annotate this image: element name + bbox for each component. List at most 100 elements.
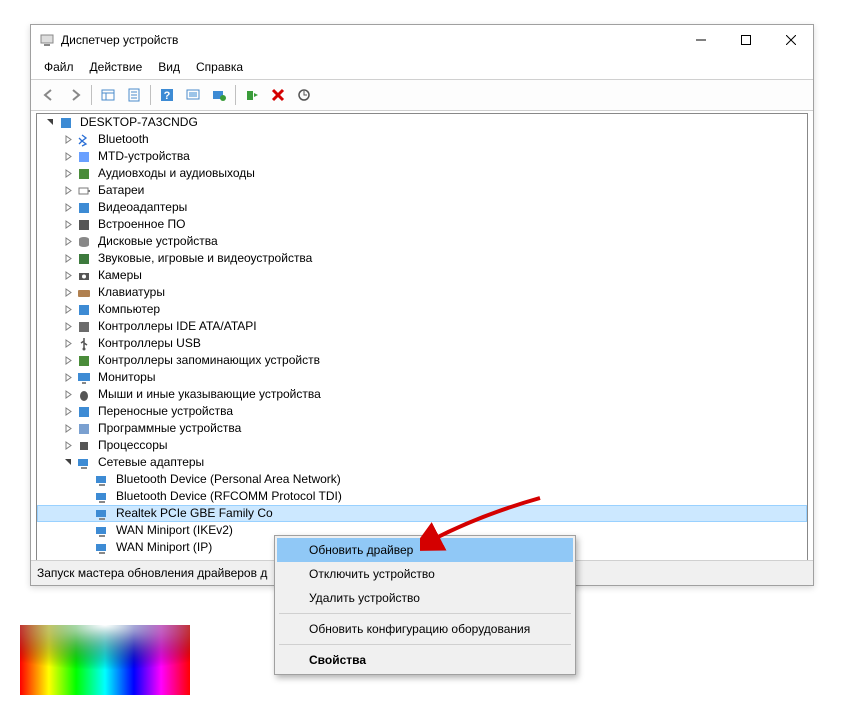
tree-category[interactable]: Звуковые, игровые и видеоустройства (37, 250, 807, 267)
context-item[interactable]: Отключить устройство (277, 562, 573, 586)
net-icon (94, 472, 110, 488)
tree-root[interactable]: DESKTOP-7A3CNDG (37, 114, 807, 131)
tree-category[interactable]: MTD-устройства (37, 148, 807, 165)
expand-icon[interactable] (61, 220, 76, 229)
close-button[interactable] (768, 25, 813, 55)
update-driver-button[interactable] (207, 83, 231, 107)
context-item[interactable]: Свойства (277, 648, 573, 672)
net-icon (94, 523, 110, 539)
app-icon (39, 32, 55, 48)
tree-category[interactable]: Мыши и иные указывающие устройства (37, 386, 807, 403)
tree-device[interactable]: Bluetooth Device (Personal Area Network) (37, 471, 807, 488)
tree-item-label: Клавиатуры (96, 284, 167, 301)
tree-category[interactable]: Аудиовходы и аудиовыходы (37, 165, 807, 182)
tree-item-label: Контроллеры USB (96, 335, 203, 352)
expand-icon[interactable] (61, 288, 76, 297)
net-icon (76, 455, 92, 471)
tree-category[interactable]: Переносные устройства (37, 403, 807, 420)
tree-category[interactable]: Компьютер (37, 301, 807, 318)
tree-item-label: Звуковые, игровые и видеоустройства (96, 250, 314, 267)
cpu-icon (76, 438, 92, 454)
storage-icon (76, 353, 92, 369)
expand-icon[interactable] (61, 254, 76, 263)
tree-category-network[interactable]: Сетевые адаптеры (37, 454, 807, 471)
expand-icon[interactable] (61, 339, 76, 348)
tree-category[interactable]: Bluetooth (37, 131, 807, 148)
expand-icon[interactable] (61, 169, 76, 178)
color-palette-strip (20, 625, 190, 695)
computer-icon (58, 115, 74, 131)
enable-device-button[interactable] (240, 83, 264, 107)
tree-category[interactable]: Программные устройства (37, 420, 807, 437)
context-item[interactable]: Обновить конфигурацию оборудования (277, 617, 573, 641)
net-icon (94, 540, 110, 556)
keyboard-icon (76, 285, 92, 301)
expand-icon[interactable] (61, 458, 76, 467)
tree-item-label: WAN Miniport (IKEv2) (114, 522, 235, 539)
expand-icon[interactable] (61, 390, 76, 399)
camera-icon (76, 268, 92, 284)
tree-item-label: Встроенное ПО (96, 216, 187, 233)
minimize-button[interactable] (678, 25, 723, 55)
expand-icon[interactable] (61, 203, 76, 212)
maximize-button[interactable] (723, 25, 768, 55)
back-button[interactable] (37, 83, 61, 107)
menu-action[interactable]: Действие (83, 57, 150, 77)
titlebar: Диспетчер устройств (31, 25, 813, 55)
usb-icon (76, 336, 92, 352)
expand-icon[interactable] (61, 322, 76, 331)
expand-icon[interactable] (61, 441, 76, 450)
menu-file[interactable]: Файл (37, 57, 81, 77)
tree-category[interactable]: Батареи (37, 182, 807, 199)
tree-category[interactable]: Дисковые устройства (37, 233, 807, 250)
properties-button[interactable] (122, 83, 146, 107)
display-icon (76, 200, 92, 216)
expand-icon[interactable] (61, 186, 76, 195)
tree-category[interactable]: Процессоры (37, 437, 807, 454)
tree-item-label: Процессоры (96, 437, 170, 454)
scan-button[interactable] (181, 83, 205, 107)
portable-icon (76, 404, 92, 420)
tree-category[interactable]: Контроллеры USB (37, 335, 807, 352)
ide-icon (76, 319, 92, 335)
expand-icon[interactable] (61, 237, 76, 246)
svg-text:?: ? (164, 90, 171, 102)
forward-button[interactable] (63, 83, 87, 107)
tree-category[interactable]: Контроллеры запоминающих устройств (37, 352, 807, 369)
context-item[interactable]: Удалить устройство (277, 586, 573, 610)
tree-category[interactable]: Контроллеры IDE ATA/ATAPI (37, 318, 807, 335)
tree-category[interactable]: Клавиатуры (37, 284, 807, 301)
tree-category[interactable]: Мониторы (37, 369, 807, 386)
expand-icon[interactable] (61, 305, 76, 314)
tree-item-label: WAN Miniport (IP) (114, 539, 214, 556)
tree-category[interactable]: Камеры (37, 267, 807, 284)
battery-icon (76, 183, 92, 199)
computer-icon (76, 302, 92, 318)
menu-help[interactable]: Справка (189, 57, 250, 77)
tree-item-label: Контроллеры запоминающих устройств (96, 352, 322, 369)
expand-icon[interactable] (61, 424, 76, 433)
expand-icon[interactable] (61, 135, 76, 144)
scan-hardware-button[interactable] (292, 83, 316, 107)
annotation-arrow (420, 490, 550, 560)
context-separator (279, 613, 571, 614)
tree-item-label: Программные устройства (96, 420, 243, 437)
context-separator (279, 644, 571, 645)
tree-category[interactable]: Видеоадаптеры (37, 199, 807, 216)
show-hide-tree-button[interactable] (96, 83, 120, 107)
expand-icon[interactable] (61, 271, 76, 280)
expand-icon[interactable] (61, 152, 76, 161)
status-text: Запуск мастера обновления драйверов д (37, 566, 267, 580)
expand-icon[interactable] (61, 407, 76, 416)
uninstall-device-button[interactable] (266, 83, 290, 107)
menu-view[interactable]: Вид (151, 57, 187, 77)
sound-icon (76, 251, 92, 267)
tree-item-label: Аудиовходы и аудиовыходы (96, 165, 257, 182)
expand-icon[interactable] (61, 373, 76, 382)
tree-category[interactable]: Встроенное ПО (37, 216, 807, 233)
expand-icon[interactable] (43, 118, 58, 127)
audio-icon (76, 166, 92, 182)
help-button[interactable]: ? (155, 83, 179, 107)
tree-item-label: Видеоадаптеры (96, 199, 189, 216)
expand-icon[interactable] (61, 356, 76, 365)
